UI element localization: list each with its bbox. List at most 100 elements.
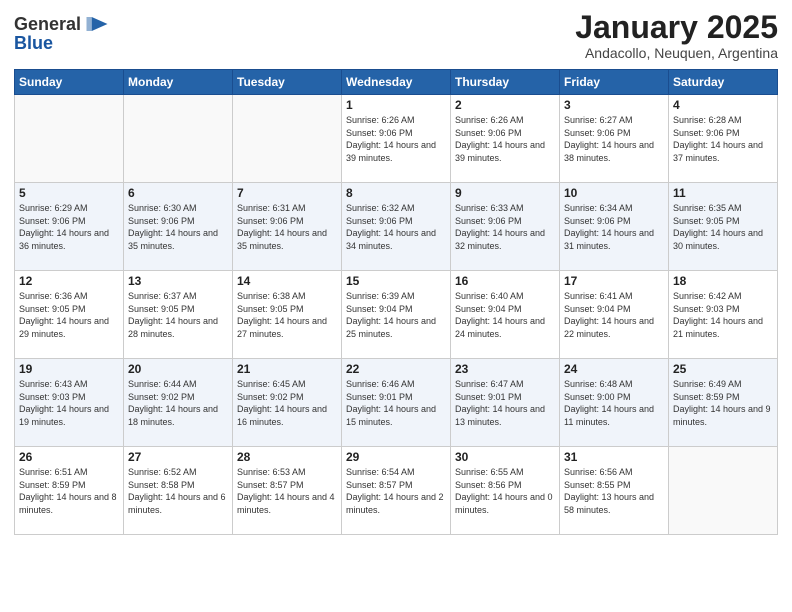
day-number: 19 — [19, 362, 119, 376]
table-row: 22 Sunrise: 6:46 AMSunset: 9:01 PMDayligh… — [342, 359, 451, 447]
calendar-row: 19 Sunrise: 6:43 AMSunset: 9:03 PMDayligh… — [15, 359, 778, 447]
day-number: 28 — [237, 450, 337, 464]
day-info: Sunrise: 6:54 AMSunset: 8:57 PMDaylight:… — [346, 467, 444, 515]
table-row: 30 Sunrise: 6:55 AMSunset: 8:56 PMDayligh… — [451, 447, 560, 535]
table-row: 31 Sunrise: 6:56 AMSunset: 8:55 PMDayligh… — [560, 447, 669, 535]
table-row: 29Sunrise: 6:54 AMSunset: 8:57 PMDayligh… — [342, 447, 451, 535]
table-row: 15 Sunrise: 6:39 AMSunset: 9:04 PMDayligh… — [342, 271, 451, 359]
table-row: 5 Sunrise: 6:29 AMSunset: 9:06 PMDaylight… — [15, 183, 124, 271]
day-number: 8 — [346, 186, 446, 200]
table-row: 2 Sunrise: 6:26 AMSunset: 9:06 PMDaylight… — [451, 95, 560, 183]
table-row: 8Sunrise: 6:32 AMSunset: 9:06 PMDaylight… — [342, 183, 451, 271]
day-number: 15 — [346, 274, 446, 288]
table-row: 26 Sunrise: 6:51 AMSunset: 8:59 PMDayligh… — [15, 447, 124, 535]
day-number: 1 — [346, 98, 446, 112]
weekday-header-row: Sunday Monday Tuesday Wednesday Thursday… — [15, 70, 778, 95]
day-number: 26 — [19, 450, 119, 464]
day-number: 27 — [128, 450, 228, 464]
day-info: Sunrise: 6:47 AMSunset: 9:01 PMDaylight:… — [455, 379, 545, 427]
table-row: 25Sunrise: 6:49 AMSunset: 8:59 PMDayligh… — [669, 359, 778, 447]
table-row: 19 Sunrise: 6:43 AMSunset: 9:03 PMDayligh… — [15, 359, 124, 447]
table-row: 12 Sunrise: 6:36 AMSunset: 9:05 PMDayligh… — [15, 271, 124, 359]
day-number: 16 — [455, 274, 555, 288]
page: General Blue January 2025 Andacollo, Neu… — [0, 0, 792, 612]
calendar-row: 1 Sunrise: 6:26 AMSunset: 9:06 PMDaylight… — [15, 95, 778, 183]
day-number: 12 — [19, 274, 119, 288]
day-info: Sunrise: 6:36 AMSunset: 9:05 PMDaylight:… — [19, 291, 109, 339]
day-number: 2 — [455, 98, 555, 112]
day-info: Sunrise: 6:49 AMSunset: 8:59 PMDaylight:… — [673, 379, 771, 427]
table-row: 11 Sunrise: 6:35 AMSunset: 9:05 PMDayligh… — [669, 183, 778, 271]
day-info: Sunrise: 6:28 AMSunset: 9:06 PMDaylight:… — [673, 115, 763, 163]
table-row: 20Sunrise: 6:44 AMSunset: 9:02 PMDayligh… — [124, 359, 233, 447]
table-row: 3Sunrise: 6:27 AMSunset: 9:06 PMDaylight… — [560, 95, 669, 183]
day-info: Sunrise: 6:29 AMSunset: 9:06 PMDaylight:… — [19, 203, 109, 251]
day-info: Sunrise: 6:26 AMSunset: 9:06 PMDaylight:… — [346, 115, 436, 163]
day-info: Sunrise: 6:39 AMSunset: 9:04 PMDaylight:… — [346, 291, 436, 339]
table-row — [15, 95, 124, 183]
table-row: 6 Sunrise: 6:30 AMSunset: 9:06 PMDaylight… — [124, 183, 233, 271]
header-tuesday: Tuesday — [233, 70, 342, 95]
day-info: Sunrise: 6:56 AMSunset: 8:55 PMDaylight:… — [564, 467, 654, 515]
day-number: 31 — [564, 450, 664, 464]
header-monday: Monday — [124, 70, 233, 95]
calendar-row: 12 Sunrise: 6:36 AMSunset: 9:05 PMDayligh… — [15, 271, 778, 359]
day-number: 4 — [673, 98, 773, 112]
day-info: Sunrise: 6:44 AMSunset: 9:02 PMDaylight:… — [128, 379, 218, 427]
day-info: Sunrise: 6:38 AMSunset: 9:05 PMDaylight:… — [237, 291, 327, 339]
table-row: 14 Sunrise: 6:38 AMSunset: 9:05 PMDayligh… — [233, 271, 342, 359]
day-info: Sunrise: 6:51 AMSunset: 8:59 PMDaylight:… — [19, 467, 117, 515]
day-number: 6 — [128, 186, 228, 200]
day-number: 21 — [237, 362, 337, 376]
table-row: 13Sunrise: 6:37 AMSunset: 9:05 PMDayligh… — [124, 271, 233, 359]
day-info: Sunrise: 6:45 AMSunset: 9:02 PMDaylight:… — [237, 379, 327, 427]
calendar-row: 26 Sunrise: 6:51 AMSunset: 8:59 PMDayligh… — [15, 447, 778, 535]
logo-blue: Blue — [14, 34, 53, 52]
day-number: 11 — [673, 186, 773, 200]
day-number: 18 — [673, 274, 773, 288]
day-info: Sunrise: 6:46 AMSunset: 9:01 PMDaylight:… — [346, 379, 436, 427]
day-number: 13 — [128, 274, 228, 288]
table-row: 21 Sunrise: 6:45 AMSunset: 9:02 PMDayligh… — [233, 359, 342, 447]
day-info: Sunrise: 6:55 AMSunset: 8:56 PMDaylight:… — [455, 467, 553, 515]
day-info: Sunrise: 6:35 AMSunset: 9:05 PMDaylight:… — [673, 203, 763, 251]
day-number: 9 — [455, 186, 555, 200]
day-number: 7 — [237, 186, 337, 200]
table-row: 17 Sunrise: 6:41 AMSunset: 9:04 PMDayligh… — [560, 271, 669, 359]
subtitle: Andacollo, Neuquen, Argentina — [575, 45, 778, 61]
month-title: January 2025 — [575, 10, 778, 45]
day-number: 22 — [346, 362, 446, 376]
calendar-table: Sunday Monday Tuesday Wednesday Thursday… — [14, 69, 778, 535]
day-number: 10 — [564, 186, 664, 200]
day-number: 30 — [455, 450, 555, 464]
day-info: Sunrise: 6:30 AMSunset: 9:06 PMDaylight:… — [128, 203, 218, 251]
table-row — [233, 95, 342, 183]
day-info: Sunrise: 6:43 AMSunset: 9:03 PMDaylight:… — [19, 379, 109, 427]
logo: General Blue — [14, 10, 111, 52]
day-info: Sunrise: 6:41 AMSunset: 9:04 PMDaylight:… — [564, 291, 654, 339]
day-number: 17 — [564, 274, 664, 288]
day-info: Sunrise: 6:26 AMSunset: 9:06 PMDaylight:… — [455, 115, 545, 163]
header-friday: Friday — [560, 70, 669, 95]
table-row: 27 Sunrise: 6:52 AMSunset: 8:58 PMDayligh… — [124, 447, 233, 535]
header-saturday: Saturday — [669, 70, 778, 95]
header: General Blue January 2025 Andacollo, Neu… — [14, 10, 778, 61]
header-sunday: Sunday — [15, 70, 124, 95]
table-row: 1 Sunrise: 6:26 AMSunset: 9:06 PMDaylight… — [342, 95, 451, 183]
day-number: 5 — [19, 186, 119, 200]
day-number: 23 — [455, 362, 555, 376]
table-row: 23 Sunrise: 6:47 AMSunset: 9:01 PMDayligh… — [451, 359, 560, 447]
day-info: Sunrise: 6:31 AMSunset: 9:06 PMDaylight:… — [237, 203, 327, 251]
day-info: Sunrise: 6:34 AMSunset: 9:06 PMDaylight:… — [564, 203, 654, 251]
day-info: Sunrise: 6:52 AMSunset: 8:58 PMDaylight:… — [128, 467, 226, 515]
day-number: 14 — [237, 274, 337, 288]
table-row: 18 Sunrise: 6:42 AMSunset: 9:03 PMDayligh… — [669, 271, 778, 359]
day-info: Sunrise: 6:42 AMSunset: 9:03 PMDaylight:… — [673, 291, 763, 339]
table-row — [124, 95, 233, 183]
table-row: 10 Sunrise: 6:34 AMSunset: 9:06 PMDayligh… — [560, 183, 669, 271]
day-info: Sunrise: 6:40 AMSunset: 9:04 PMDaylight:… — [455, 291, 545, 339]
table-row: 16 Sunrise: 6:40 AMSunset: 9:04 PMDayligh… — [451, 271, 560, 359]
table-row: 7 Sunrise: 6:31 AMSunset: 9:06 PMDaylight… — [233, 183, 342, 271]
day-info: Sunrise: 6:53 AMSunset: 8:57 PMDaylight:… — [237, 467, 335, 515]
table-row — [669, 447, 778, 535]
